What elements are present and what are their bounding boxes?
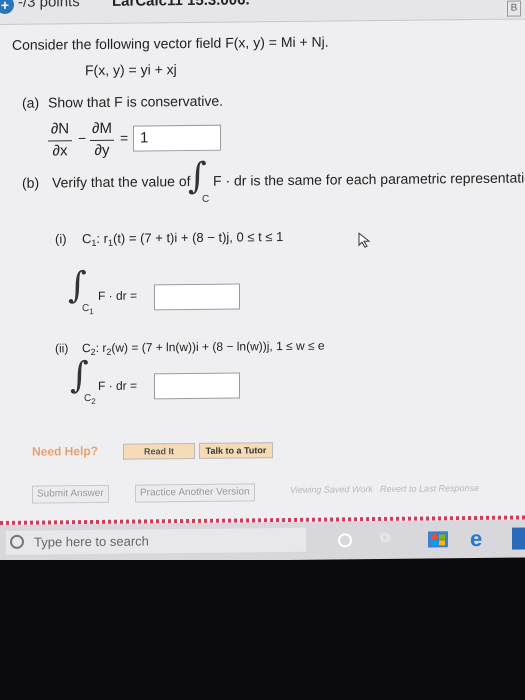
store-icon[interactable]	[428, 528, 450, 550]
plus-icon[interactable]: +	[0, 0, 14, 15]
part-a-answer-value: 1	[140, 129, 149, 147]
partial-x: ∂x	[52, 142, 68, 160]
curve-letter: C	[82, 341, 91, 356]
task-view-icon[interactable]: ⧉	[380, 529, 396, 551]
curve-c1: C1: r1(t) = (7 + t)i + (8 − t)j, 0 ≤ t ≤…	[82, 229, 283, 248]
part-a-label: (a)	[22, 94, 40, 111]
question-header: + -/3 points LarCalc11 15.3.006. B	[0, 0, 525, 25]
param-ii: (w) = (7 + ln(w))i + (8 − ln(w))j, 1 ≤ w…	[111, 338, 325, 355]
document-icon[interactable]: B	[507, 0, 521, 17]
part-b-ii-label: (ii)	[55, 341, 69, 356]
part-b-i-answer-input[interactable]	[154, 283, 240, 311]
integrand-ii: F · dr =	[98, 378, 138, 393]
curve-c2: C2: r2(w) = (7 + ln(w))i + (8 − ln(w))j,…	[82, 339, 325, 358]
line-integral-symbol: ∫	[188, 155, 207, 198]
revert-link[interactable]: Revert to Last Response	[380, 483, 479, 494]
question-intro: Consider the following vector field F(x,…	[12, 33, 329, 53]
part-a-answer-input[interactable]: 1	[133, 124, 221, 152]
taskbar-search-placeholder: Type here to search	[34, 533, 149, 550]
viewing-saved-work-link[interactable]: Viewing Saved Work	[290, 484, 373, 495]
integral-c1-subscript: C1	[82, 303, 94, 316]
browser-screen: + -/3 points LarCalc11 15.3.006. B Consi…	[0, 0, 525, 563]
windows-taskbar: Type here to search ⧉ e	[0, 519, 525, 563]
part-b-ii-answer-input[interactable]	[154, 372, 240, 400]
equals-sign: =	[120, 129, 129, 146]
submit-answer-button[interactable]: Submit Answer	[32, 484, 109, 504]
minus-sign: −	[78, 130, 87, 147]
integrand-i: F · dr =	[98, 288, 138, 303]
cortana-icon[interactable]	[338, 529, 352, 551]
problem-id: LarCalc11 15.3.006.	[112, 0, 250, 10]
read-it-button[interactable]: Read It	[123, 442, 195, 460]
integral-subscript-c: C	[202, 193, 210, 205]
part-b-label: (b)	[22, 174, 40, 191]
part-b-text-before: Verify that the value of	[52, 173, 191, 191]
practice-another-version-button[interactable]: Practice Another Version	[135, 483, 255, 503]
points-label: -/3 points	[18, 0, 80, 11]
part-b-i-label: (i)	[55, 231, 67, 247]
sub-1: 1	[89, 307, 94, 317]
param-i: (t) = (7 + t)i + (8 − t)j, 0 ≤ t ≤ 1	[112, 229, 284, 246]
mouse-cursor-icon	[358, 232, 371, 248]
need-help-label: Need Help?	[32, 443, 99, 459]
partial-y: ∂y	[94, 141, 110, 160]
monitor-bezel	[0, 560, 525, 700]
integral-c2-symbol: ∫	[70, 355, 89, 397]
taskbar-search-box[interactable]: Type here to search	[6, 527, 306, 555]
curve-letter: C	[82, 231, 92, 247]
talk-to-tutor-button[interactable]: Talk to a Tutor	[199, 442, 273, 459]
colon-r: : r	[96, 230, 108, 246]
part-a-text: Show that F is conservative.	[48, 92, 224, 111]
sub-2: 2	[91, 396, 96, 407]
part-b-text-after: F · dr is the same for each parametric r…	[213, 169, 525, 189]
search-icon	[10, 534, 24, 549]
taskbar-app-icon[interactable]	[512, 527, 525, 550]
partial-n: ∂N	[50, 120, 70, 138]
colon-r: : r	[95, 340, 107, 355]
partial-m: ∂M	[92, 119, 112, 138]
edge-browser-icon[interactable]: e	[470, 526, 492, 551]
integral-c2-subscript: C2	[84, 393, 96, 406]
integral-c1-symbol: ∫	[68, 265, 87, 307]
vector-field-definition: F(x, y) = yi + xj	[85, 61, 177, 79]
